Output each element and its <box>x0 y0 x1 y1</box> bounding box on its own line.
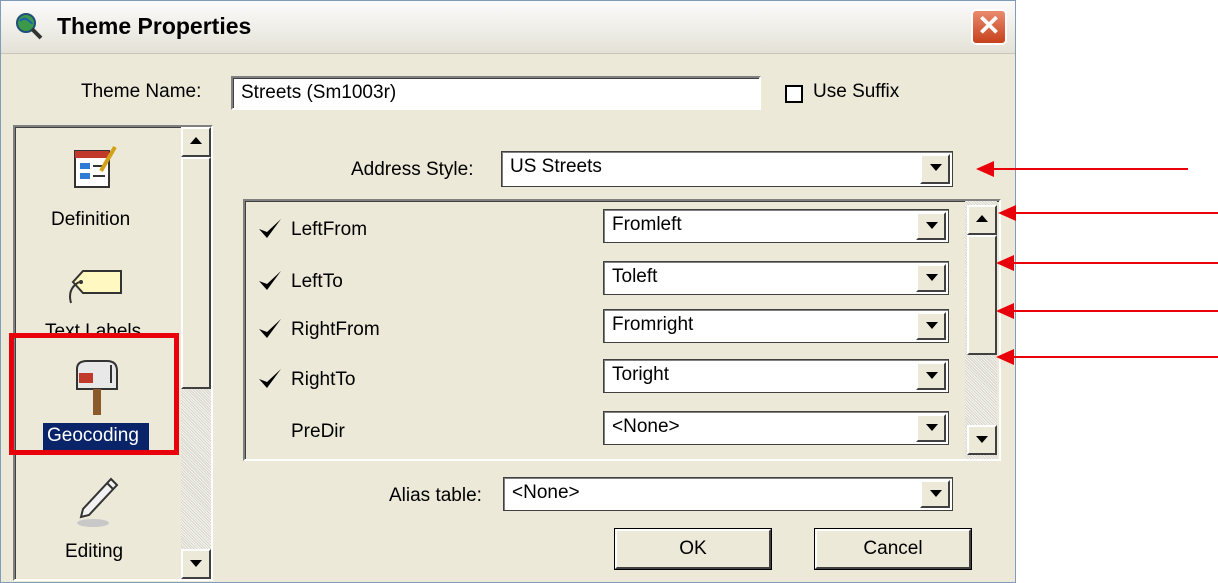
ok-button[interactable]: OK <box>615 529 771 569</box>
alias-table-select[interactable]: <None> <box>503 477 953 511</box>
field-select-rightfrom[interactable]: Fromright <box>603 309 949 343</box>
theme-name-value: Streets (Sm1003r) <box>241 82 397 103</box>
arrow-up-icon <box>190 137 202 144</box>
address-style-value: US Streets <box>510 156 602 177</box>
theme-properties-dialog: Theme Properties ✕ Theme Name: Streets (… <box>0 0 1016 583</box>
sidebar-scroll-thumb[interactable] <box>181 157 211 389</box>
dropdown-button[interactable] <box>916 362 946 390</box>
field-label-rightto: RightTo <box>291 369 356 390</box>
chevron-down-icon <box>930 490 942 497</box>
checkmark-icon <box>259 219 281 238</box>
annotation-arrow-thumb-middle <box>996 303 1218 319</box>
field-select-leftto[interactable]: Toleft <box>603 261 949 295</box>
cancel-button[interactable]: Cancel <box>815 529 971 569</box>
geocoding-highlight-box <box>9 333 179 455</box>
field-value: Toleft <box>612 266 658 287</box>
alias-table-dropdown-button[interactable] <box>920 480 950 508</box>
dropdown-button[interactable] <box>916 414 946 442</box>
sidebar-item-definition[interactable]: Definition <box>15 137 179 247</box>
sidebar-item-editing[interactable]: Editing <box>15 471 179 577</box>
fields-scroll-thumb[interactable] <box>967 235 997 355</box>
alias-table-value: <None> <box>512 482 580 503</box>
window-title: Theme Properties <box>57 13 252 39</box>
address-style-select[interactable]: US Streets <box>501 151 953 187</box>
chevron-down-icon <box>926 274 938 281</box>
sidebar-scroll-up-button[interactable] <box>181 127 211 157</box>
title-bar: Theme Properties ✕ <box>1 1 1015 54</box>
field-label-rightfrom: RightFrom <box>291 319 380 340</box>
chevron-down-icon <box>930 164 942 171</box>
arrow-down-icon <box>976 436 988 443</box>
annotation-arrow-address-style <box>976 161 1188 177</box>
arrow-down-icon <box>190 560 202 567</box>
field-value: Fromright <box>612 314 694 335</box>
field-value: Fromleft <box>612 214 682 235</box>
alias-table-label: Alias table: <box>389 485 482 506</box>
arrow-up-icon <box>976 215 988 222</box>
theme-name-label: Theme Name: <box>81 81 202 102</box>
use-suffix-checkbox[interactable] <box>785 85 803 103</box>
definition-icon <box>74 145 117 188</box>
field-label-predir: PreDir <box>291 421 345 442</box>
globe-magnifier-icon <box>16 13 43 40</box>
checkmark-icon <box>259 319 281 338</box>
checkmark-icon <box>259 369 281 388</box>
use-suffix-label: Use Suffix <box>813 81 900 102</box>
annotation-arrow-thumb-top <box>996 255 1218 271</box>
dropdown-button[interactable] <box>916 312 946 340</box>
field-select-rightto[interactable]: Toright <box>603 359 949 393</box>
fields-scroll-down-button[interactable] <box>967 425 997 455</box>
field-select-predir[interactable]: <None> <box>603 411 949 445</box>
field-value: Toright <box>612 364 670 385</box>
sidebar-scroll-down-button[interactable] <box>181 549 211 579</box>
theme-name-input[interactable]: Streets (Sm1003r) <box>231 76 761 110</box>
address-style-label: Address Style: <box>351 159 474 180</box>
fields-scroll-up-button[interactable] <box>967 205 997 235</box>
field-value: <None> <box>612 416 680 437</box>
checkmark-icon <box>259 271 281 290</box>
chevron-down-icon <box>926 322 938 329</box>
chevron-down-icon <box>926 424 938 431</box>
text-labels-icon <box>69 270 122 304</box>
field-label-leftto: LeftTo <box>291 271 343 292</box>
sidebar-item-label: Definition <box>51 209 131 230</box>
pencil-icon <box>77 477 119 527</box>
dropdown-button[interactable] <box>916 212 946 240</box>
annotation-arrow-thumb-bottom <box>996 349 1218 365</box>
close-icon: ✕ <box>977 10 1001 41</box>
field-mapping-panel: LeftFrom Fromleft LeftTo Toleft RightFro… <box>243 199 1001 461</box>
annotation-arrow-scroll-up <box>998 205 1218 221</box>
address-style-dropdown-button[interactable] <box>920 154 950 184</box>
field-label-leftfrom: LeftFrom <box>291 219 368 240</box>
field-select-leftfrom[interactable]: Fromleft <box>603 209 949 243</box>
chevron-down-icon <box>926 222 938 229</box>
sidebar-item-label: Editing <box>65 541 124 562</box>
chevron-down-icon <box>926 372 938 379</box>
close-button[interactable]: ✕ <box>971 9 1007 45</box>
dropdown-button[interactable] <box>916 264 946 292</box>
